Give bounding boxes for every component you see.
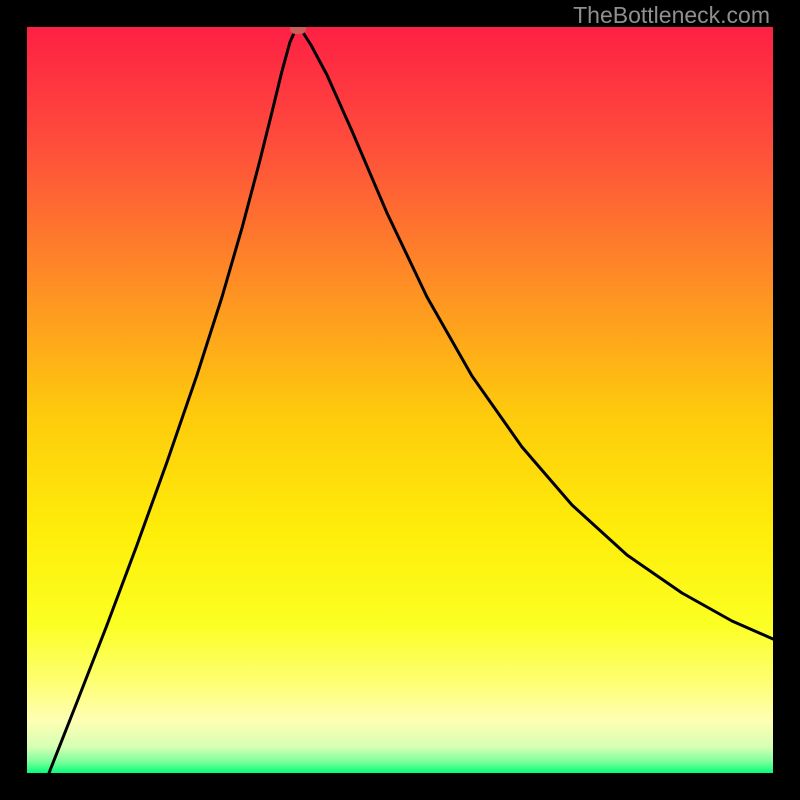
- plot-area: [27, 27, 773, 773]
- gradient-background: [27, 27, 773, 773]
- watermark-label: TheBottleneck.com: [573, 2, 770, 29]
- chart-svg: [27, 27, 773, 773]
- chart-frame: TheBottleneck.com: [0, 0, 800, 800]
- optimal-marker: [290, 27, 306, 34]
